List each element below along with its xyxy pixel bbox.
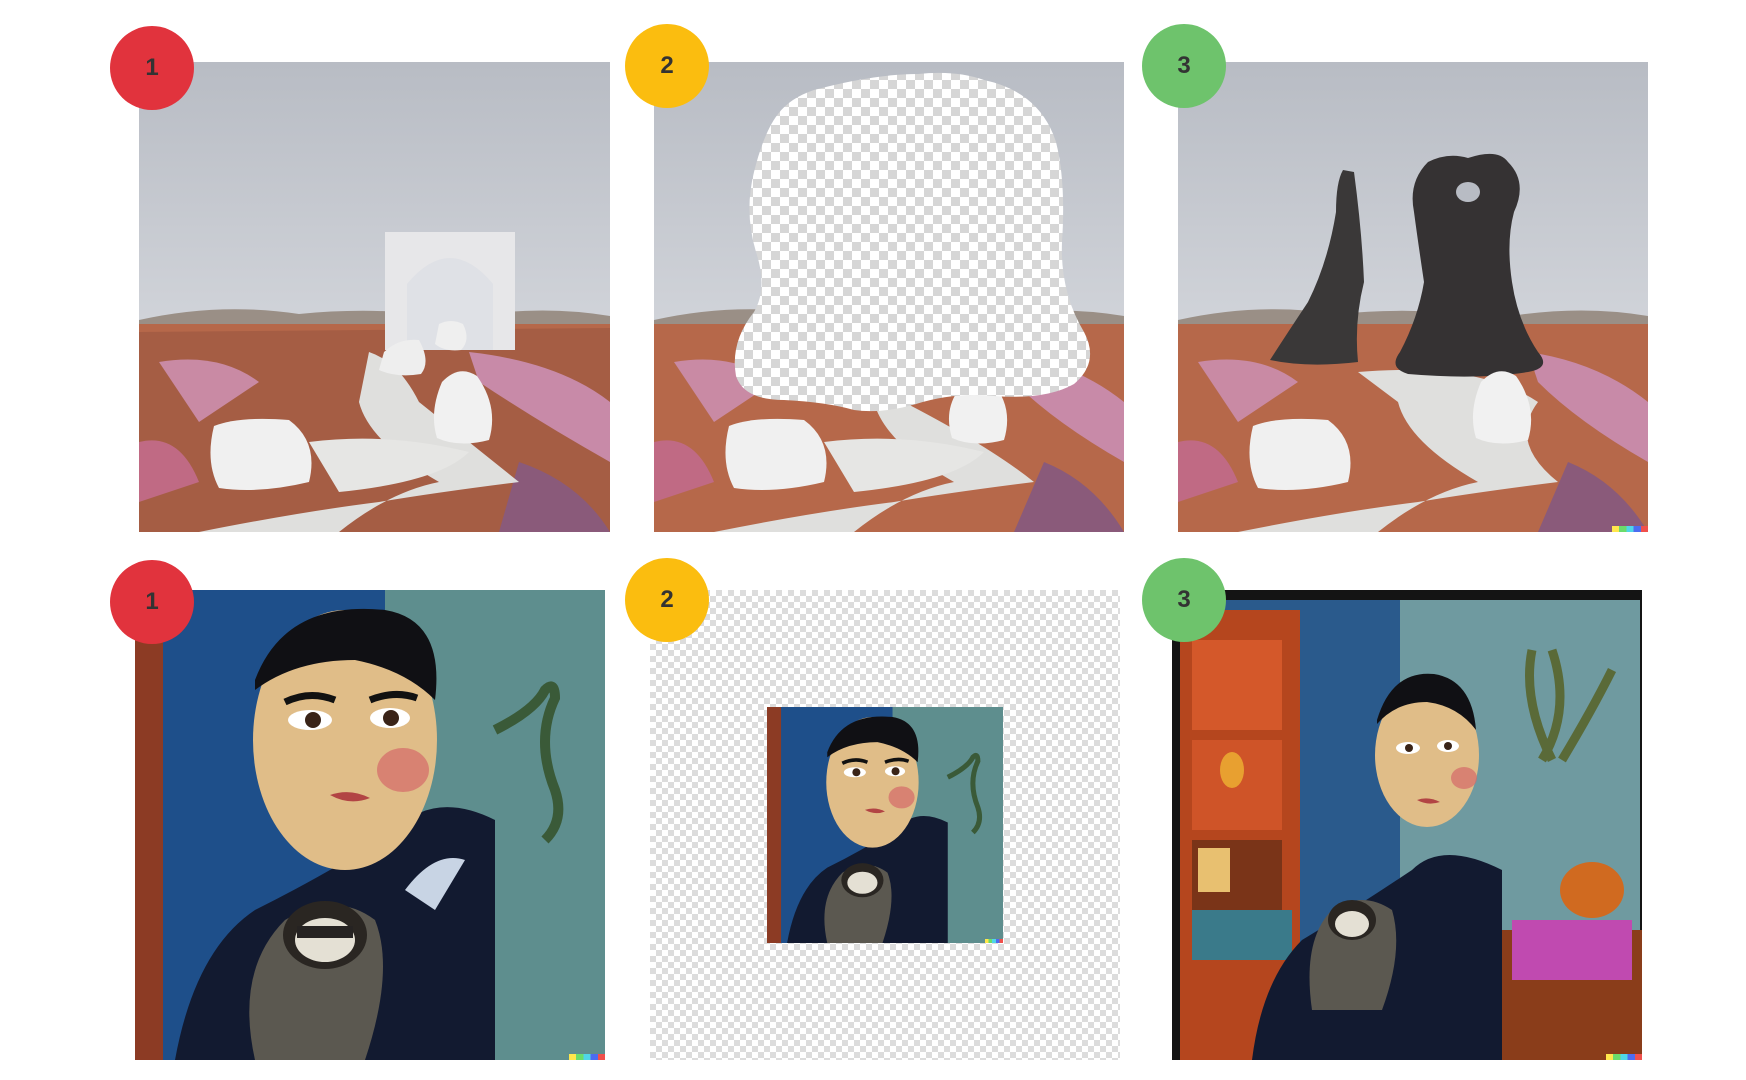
image-portrait — [135, 590, 605, 1060]
signature-mark — [569, 1054, 605, 1060]
image-desert-masked — [654, 62, 1124, 532]
step-badge-1: 1 — [110, 560, 194, 644]
signature-mark — [1606, 1054, 1642, 1060]
step-badge-2: 2 — [625, 24, 709, 108]
step-badge-2: 2 — [625, 558, 709, 642]
image-portrait-outpainted — [1172, 590, 1642, 1060]
image-desert-rocks — [1178, 62, 1648, 532]
step-badge-3: 3 — [1142, 24, 1226, 108]
image-portrait-canvas — [650, 590, 1120, 1060]
step-badge-1: 1 — [110, 26, 194, 110]
image-portrait-small — [767, 707, 1003, 943]
image-desert-arch — [139, 62, 610, 532]
step-badge-3: 3 — [1142, 558, 1226, 642]
signature-mark — [1612, 526, 1648, 532]
signature-mark — [985, 939, 1003, 943]
